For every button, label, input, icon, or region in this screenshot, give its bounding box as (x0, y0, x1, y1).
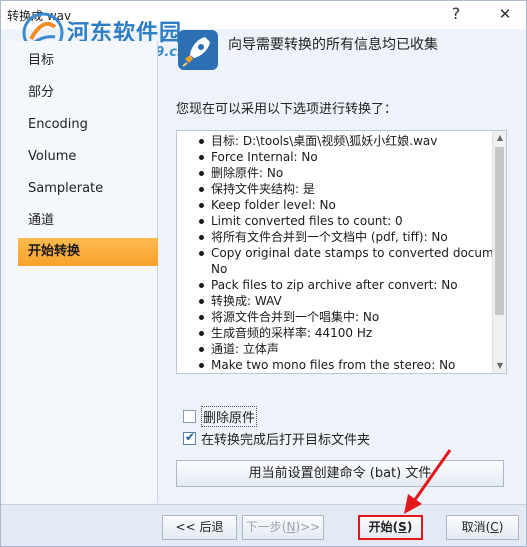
list-item: 删除原件: No (177, 165, 492, 181)
bullet-icon (199, 299, 204, 304)
sidebar-item-samplerate[interactable]: Samplerate (18, 175, 156, 203)
bullet-icon (199, 139, 204, 144)
list-item: 保持文件夹结构: 是 (177, 181, 492, 197)
summary-list: 目标: D:\tools\桌面\视频\狐妖小红娘.wav Force Inter… (177, 133, 492, 373)
cancel-button[interactable]: 取消(C) (446, 515, 519, 540)
bullet-icon (199, 155, 204, 160)
sidebar-item-volume[interactable]: Volume (18, 143, 156, 171)
close-button[interactable]: ✕ (493, 4, 517, 24)
sidebar-item-parts[interactable]: 部分 (18, 79, 156, 107)
delete-original-label: 删除原件 (201, 405, 258, 427)
bullet-icon (199, 203, 204, 208)
delete-original-option[interactable]: 删除原件 (183, 405, 258, 427)
list-item: Force Internal: No (177, 149, 492, 165)
bullet-icon (199, 315, 204, 320)
scroll-thumb[interactable] (495, 147, 504, 315)
bullet-icon (199, 171, 204, 176)
sidebar-item-target[interactable]: 目标 (18, 47, 156, 75)
start-button[interactable]: 开始(S) (358, 515, 423, 540)
bullet-icon (199, 235, 204, 240)
list-item: 将所有文件合并到一个文档中 (pdf, tiff): No (177, 229, 492, 245)
scroll-down-icon[interactable]: ▼ (493, 359, 506, 373)
bullet-icon (199, 251, 204, 256)
bullet-icon (199, 187, 204, 192)
rocket-icon (178, 30, 218, 70)
next-button[interactable]: 下一步(N)>> (242, 515, 324, 540)
list-item: Limit converted files to count: 0 (177, 213, 492, 229)
list-item: Keep folder level: No (177, 197, 492, 213)
annotation-arrow-icon (404, 449, 452, 514)
open-folder-label: 在转换完成后打开目标文件夹 (201, 432, 371, 448)
bullet-icon (199, 347, 204, 352)
open-folder-option[interactable]: 在转换完成后打开目标文件夹 (183, 429, 371, 448)
list-item: 将源文件合并到一个唱集中: No (177, 309, 492, 325)
delete-original-checkbox[interactable] (183, 409, 196, 423)
list-item-continuation: No (211, 262, 228, 276)
list-item: Pack files to zip archive after convert:… (177, 277, 492, 293)
list-item: Copy original date stamps to converted d… (177, 245, 492, 261)
sidebar-item-encoding[interactable]: Encoding (18, 111, 156, 139)
bullet-icon (199, 331, 204, 336)
list-item: 转换成: WAV (177, 293, 492, 309)
list-item: 通道: 立体声 (177, 341, 492, 357)
open-folder-checkbox[interactable] (183, 430, 196, 445)
list-item: Make two mono files from the stereo: No (177, 357, 492, 373)
wizard-header-text: 向导需要转换的所有信息均已收集 (228, 37, 438, 53)
list-item: 生成音频的采样率: 44100 Hz (177, 325, 492, 341)
summary-panel: 您现在可以采用以下选项进行转换了： 目标: D:\tools\桌面\视频\狐妖小… (161, 85, 523, 381)
bullet-icon (199, 283, 204, 288)
list-item: 目标: D:\tools\桌面\视频\狐妖小红娘.wav (177, 133, 492, 149)
summary-listbox[interactable]: 目标: D:\tools\桌面\视频\狐妖小红娘.wav Force Inter… (176, 130, 507, 374)
wizard-steps-sidebar: 目标 部分 Encoding Volume Samplerate 通道 开始转换 (6, 41, 158, 503)
summary-title: 您现在可以采用以下选项进行转换了： (176, 102, 398, 117)
summary-scrollbar[interactable]: ▲ ▼ (492, 131, 506, 373)
bullet-icon (199, 363, 204, 368)
bullet-icon (199, 219, 204, 224)
options-panel: 删除原件 在转换完成后打开目标文件夹 用当前设置创建命令 (bat) 文件 (161, 385, 523, 503)
sidebar-item-channels[interactable]: 通道 (18, 207, 156, 235)
back-button[interactable]: << 后退 (162, 515, 237, 540)
scroll-up-icon[interactable]: ▲ (493, 131, 506, 145)
sidebar-item-start-conversion[interactable]: 开始转换 (18, 238, 158, 266)
help-button[interactable]: ? (444, 4, 468, 24)
converter-window: 转换成 wav ? ✕ 河东软件园 www.pc0359.cn 向导需要转换的所… (0, 0, 527, 547)
